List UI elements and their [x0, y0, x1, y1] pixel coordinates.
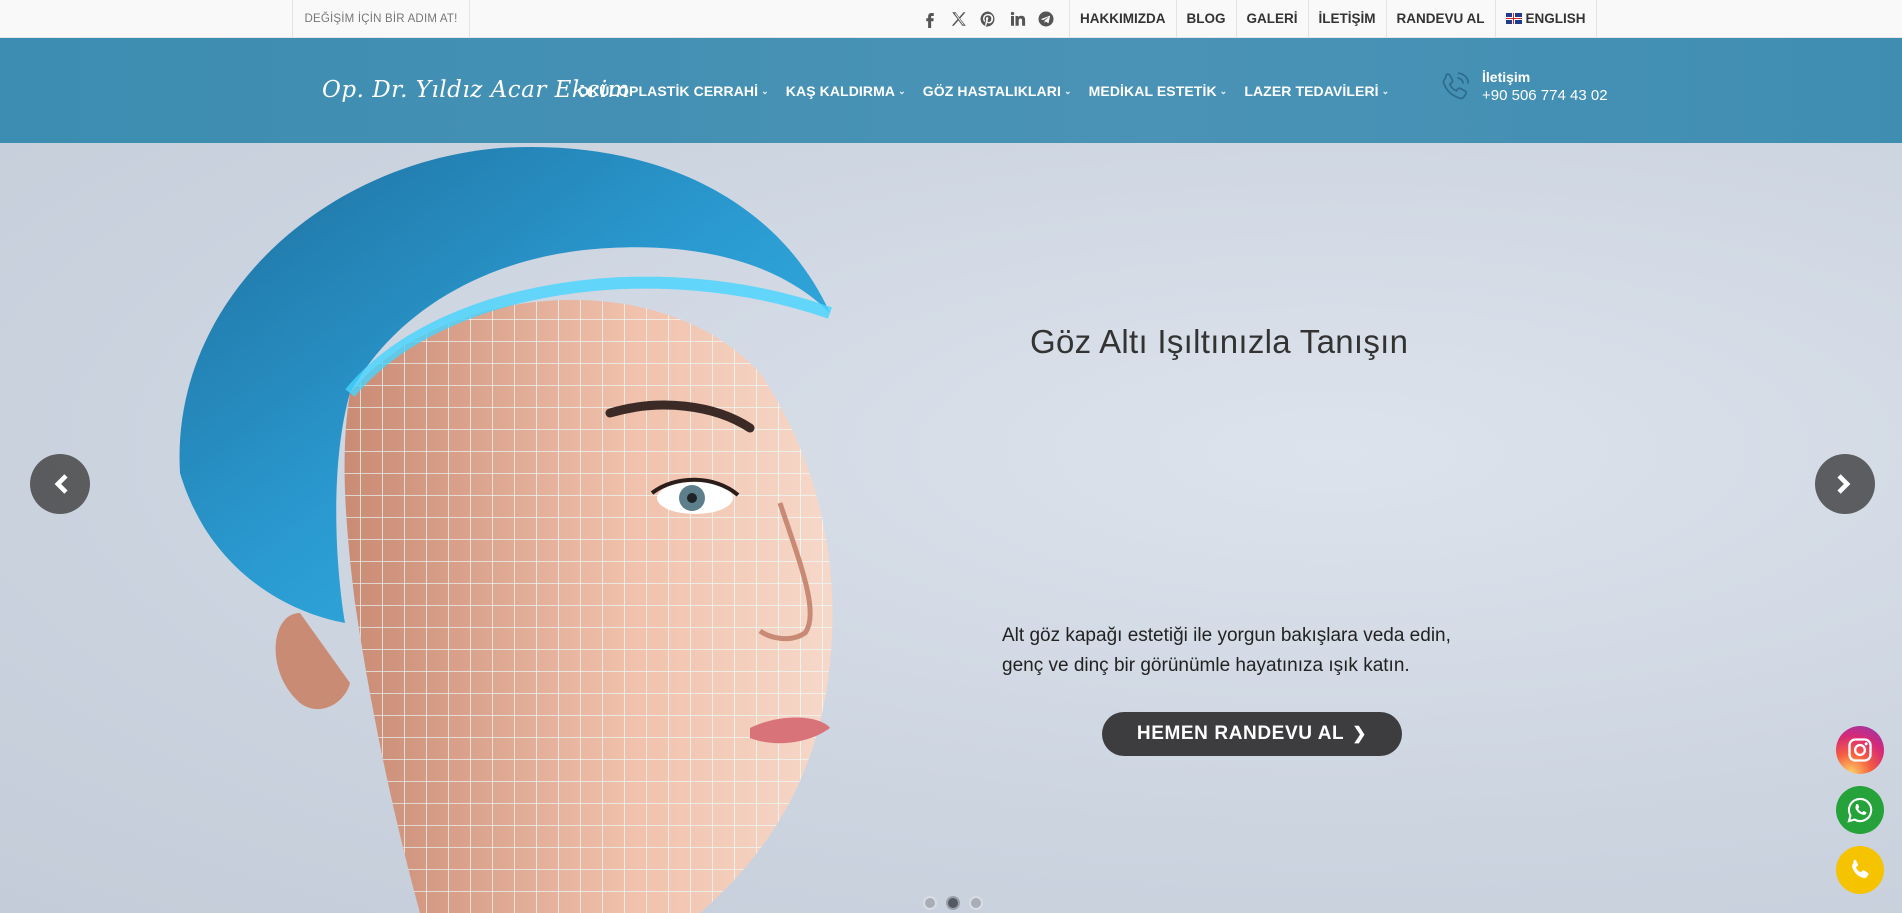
- hero-face-image: [179, 146, 833, 913]
- hero-description: Alt göz kapağı estetiği ile yorgun bakış…: [1002, 621, 1522, 681]
- language-switch[interactable]: ENGLISH: [1494, 0, 1597, 37]
- chevron-right-icon: ❯: [1352, 724, 1368, 743]
- slider-prev-button[interactable]: [30, 454, 90, 514]
- instagram-float-button[interactable]: [1836, 726, 1884, 774]
- contact-text: İletişim +90 506 774 43 02: [1482, 68, 1608, 106]
- top-bar: DEĞİŞİM İÇİN BİR ADIM AT! HAKKIMIZDA BLO…: [0, 0, 1902, 38]
- linkedin-icon[interactable]: [1007, 9, 1026, 28]
- contact-title: İletişim: [1482, 69, 1531, 85]
- phone-float-button[interactable]: [1836, 846, 1884, 894]
- link-gallery[interactable]: GALERİ: [1235, 0, 1308, 37]
- slider-next-button[interactable]: [1815, 454, 1875, 514]
- nav-eye-diseases[interactable]: GÖZ HASTALIKLARI ⌄: [923, 83, 1072, 99]
- x-twitter-icon[interactable]: [949, 9, 968, 28]
- nav-medical-aesthetic[interactable]: MEDİKAL ESTETİK ⌄: [1089, 83, 1228, 99]
- link-contact[interactable]: İLETİŞİM: [1307, 0, 1386, 37]
- header-contact[interactable]: İletişim +90 506 774 43 02: [1436, 68, 1608, 106]
- uk-flag-icon: [1505, 13, 1522, 24]
- instagram-icon: [1848, 738, 1872, 762]
- nav-oculoplastic[interactable]: OKÜLOPLASTİK CERRAHİ ⌄: [578, 83, 769, 99]
- phone-icon: [1852, 859, 1869, 879]
- main-nav: OKÜLOPLASTİK CERRAHİ ⌄ KAŞ KALDIRMA ⌄ GÖ…: [578, 38, 1406, 143]
- chevron-down-icon: ⌄: [1219, 86, 1228, 96]
- slider-dot-3[interactable]: [969, 896, 983, 910]
- nav-brow-lift[interactable]: KAŞ KALDIRMA ⌄: [786, 83, 906, 99]
- cta-label: HEMEN RANDEVU AL: [1136, 723, 1345, 744]
- link-appointment[interactable]: RANDEVU AL: [1385, 0, 1495, 37]
- hero-title: Göz Altı Işıltınızla Tanışın: [1030, 323, 1409, 360]
- social-links: [920, 0, 1055, 37]
- contact-phone[interactable]: +90 506 774 43 02: [1482, 86, 1608, 106]
- phone-outline-icon: [1436, 68, 1474, 106]
- chevron-left-icon: [54, 474, 68, 494]
- chevron-down-icon: ⌄: [898, 86, 906, 96]
- facebook-icon[interactable]: [920, 9, 939, 28]
- slider-dot-1[interactable]: [923, 896, 937, 910]
- telegram-icon[interactable]: [1036, 9, 1055, 28]
- whatsapp-float-button[interactable]: [1836, 786, 1884, 834]
- link-blog[interactable]: BLOG: [1175, 0, 1236, 37]
- chevron-right-icon: [1837, 474, 1851, 494]
- nav-label: LAZER TEDAVİLERİ: [1244, 82, 1379, 99]
- chevron-down-icon: ⌄: [1063, 86, 1072, 96]
- chevron-down-icon: ⌄: [761, 86, 769, 96]
- pinterest-icon[interactable]: [978, 9, 997, 28]
- chevron-down-icon: ⌄: [1381, 86, 1390, 96]
- top-slogan: DEĞİŞİM İÇİN BİR ADIM AT!: [292, 0, 470, 37]
- slider-dot-2[interactable]: [946, 896, 960, 910]
- hero-text-line: Alt göz kapağı estetiği ile yorgun bakış…: [1002, 625, 1451, 646]
- nav-label: OKÜLOPLASTİK CERRAHİ: [578, 82, 759, 99]
- language-label: ENGLISH: [1525, 11, 1586, 26]
- slider-dots: [923, 896, 983, 910]
- nav-laser[interactable]: LAZER TEDAVİLERİ ⌄: [1244, 83, 1389, 99]
- hero-slider: Göz Altı Işıltınızla Tanışın Alt göz kap…: [0, 143, 1902, 913]
- whatsapp-icon: [1847, 797, 1873, 823]
- top-links: HAKKIMIZDA BLOG GALERİ İLETİŞİM RANDEVU …: [1069, 0, 1597, 37]
- nav-label: MEDİKAL ESTETİK: [1088, 82, 1217, 99]
- book-appointment-button[interactable]: HEMEN RANDEVU AL ❯: [1102, 712, 1402, 756]
- hero-text-line: genç ve dinç bir görünümle hayatınıza ış…: [1002, 655, 1410, 676]
- main-header: Op. Dr. Yıldız Acar Ekcim OKÜLOPLASTİK C…: [0, 38, 1902, 143]
- nav-label: GÖZ HASTALIKLARI: [922, 82, 1061, 99]
- nav-label: KAŞ KALDIRMA: [785, 82, 896, 99]
- link-about[interactable]: HAKKIMIZDA: [1069, 0, 1176, 37]
